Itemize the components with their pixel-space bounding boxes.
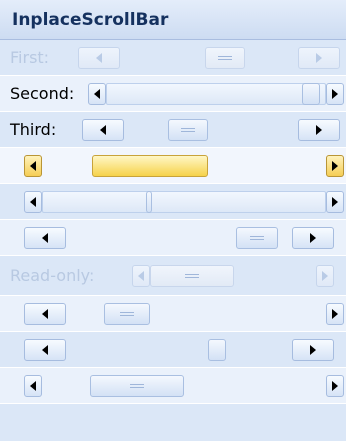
scroll-left-button[interactable]: [24, 375, 42, 397]
right-arrow-icon: [316, 125, 322, 135]
scroll-left-button[interactable]: [24, 191, 42, 213]
row-label-read-only: Read-only:: [10, 266, 95, 285]
scroll-left-button[interactable]: [24, 155, 42, 177]
right-arrow-icon: [332, 309, 338, 319]
scroll-right-button[interactable]: [292, 227, 334, 249]
scroll-right-button[interactable]: [326, 155, 344, 177]
scroll-thumb[interactable]: [302, 83, 320, 105]
scrollbar-row-third: Third:: [0, 112, 346, 148]
panel-title: InplaceScrollBar: [12, 9, 169, 30]
scroll-right-button[interactable]: [326, 83, 344, 105]
scroll-left-button[interactable]: [88, 83, 106, 105]
right-arrow-icon: [332, 197, 338, 207]
inplace-scrollbar-panel: InplaceScrollBar First: Second: Third: R…: [0, 0, 346, 442]
scrollbar-row-yellow: [0, 148, 346, 184]
right-arrow-icon: [332, 161, 338, 171]
left-arrow-icon: [30, 161, 36, 171]
row-label-first: First:: [10, 48, 50, 67]
scroll-thumb[interactable]: [168, 119, 208, 141]
scrollbar-row-6: [0, 220, 346, 256]
left-arrow-icon: [100, 125, 106, 135]
right-arrow-icon: [332, 381, 338, 391]
scrollbar-row-first: First:: [0, 40, 346, 76]
panel-header: InplaceScrollBar: [0, 0, 346, 40]
scroll-thumb[interactable]: [208, 339, 226, 361]
left-arrow-icon: [96, 53, 102, 63]
scroll-thumb[interactable]: [236, 227, 278, 249]
scrollbar-row-9: [0, 332, 346, 368]
left-arrow-icon: [138, 271, 144, 281]
left-arrow-icon: [30, 381, 36, 391]
scroll-track[interactable]: [42, 191, 326, 213]
scroll-left-button[interactable]: [78, 47, 120, 69]
scroll-thumb[interactable]: [150, 265, 234, 287]
left-arrow-icon: [42, 233, 48, 243]
scroll-right-button[interactable]: [316, 265, 334, 287]
scroll-thumb[interactable]: [90, 375, 184, 397]
left-arrow-icon: [42, 345, 48, 355]
scroll-right-button[interactable]: [292, 339, 334, 361]
scroll-left-button[interactable]: [24, 227, 66, 249]
scroll-left-button[interactable]: [24, 339, 66, 361]
right-arrow-icon: [322, 271, 328, 281]
scroll-right-button[interactable]: [326, 303, 344, 325]
right-arrow-icon: [332, 89, 338, 99]
scrollbar-row-8: [0, 296, 346, 332]
panel-filler: [0, 404, 346, 442]
scroll-thumb[interactable]: [205, 47, 245, 69]
scroll-thumb[interactable]: [92, 155, 208, 177]
scroll-thumb[interactable]: [104, 303, 150, 325]
right-arrow-icon: [310, 233, 316, 243]
scrollbar-row-read-only: Read-only:: [0, 256, 346, 296]
left-arrow-icon: [94, 89, 100, 99]
scroll-right-button[interactable]: [298, 119, 340, 141]
scroll-left-button[interactable]: [132, 265, 150, 287]
left-arrow-icon: [30, 197, 36, 207]
scrollbar-row-5: [0, 184, 346, 220]
left-arrow-icon: [42, 309, 48, 319]
scrollbar-row-second: Second:: [0, 76, 346, 112]
scroll-left-button[interactable]: [24, 303, 66, 325]
row-label-second: Second:: [10, 84, 75, 103]
scroll-right-button[interactable]: [298, 47, 340, 69]
row-label-third: Third:: [10, 120, 57, 139]
right-arrow-icon: [310, 345, 316, 355]
scroll-left-button[interactable]: [82, 119, 124, 141]
scrollbar-row-10: [0, 368, 346, 404]
scroll-thumb[interactable]: [146, 191, 152, 213]
scroll-right-button[interactable]: [326, 191, 344, 213]
scroll-right-button[interactable]: [326, 375, 344, 397]
scroll-track[interactable]: [106, 83, 326, 105]
right-arrow-icon: [316, 53, 322, 63]
